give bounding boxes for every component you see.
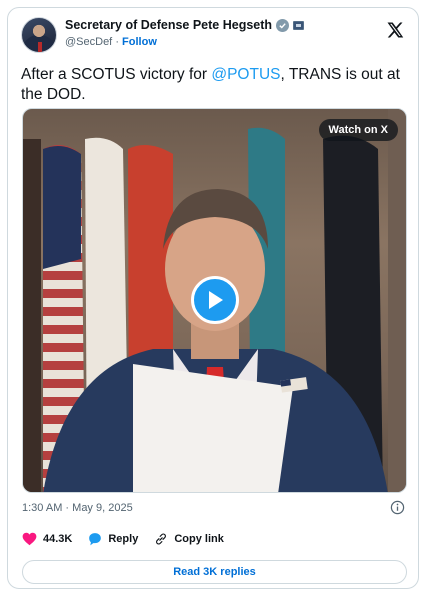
tweet-date: May 9, 2025: [72, 502, 133, 514]
mention-link[interactable]: @POTUS: [211, 66, 280, 83]
reply-label: Reply: [108, 533, 139, 545]
action-bar: 44.3K Reply Copy link: [22, 530, 224, 548]
tweet-card: Secretary of Defense Pete Hegseth @SecDe…: [7, 7, 419, 589]
info-icon[interactable]: [390, 500, 405, 515]
tweet-text-start: After a SCOTUS victory for: [21, 66, 212, 83]
reply-button[interactable]: Reply: [88, 532, 138, 546]
timestamp-separator: ·: [65, 502, 70, 514]
x-logo-icon[interactable]: [386, 21, 404, 39]
handle-separator: ·: [115, 36, 119, 48]
handle[interactable]: @SecDef: [65, 36, 112, 48]
tweet-timestamp[interactable]: 1:30 AM · May 9, 2025: [22, 502, 133, 514]
avatar[interactable]: [21, 17, 57, 53]
read-replies-button[interactable]: Read 3K replies: [22, 560, 407, 584]
watch-on-x-button[interactable]: Watch on X: [318, 119, 398, 141]
copy-link-label: Copy link: [174, 533, 224, 545]
handle-row: @SecDef · Follow: [65, 36, 157, 48]
tweet-text: After a SCOTUS victory for @POTUS, TRANS…: [21, 65, 413, 105]
follow-link[interactable]: Follow: [122, 36, 157, 48]
name-row: Secretary of Defense Pete Hegseth: [65, 18, 305, 32]
verified-badge-icon: [276, 18, 290, 32]
play-button[interactable]: [191, 276, 239, 324]
video-player[interactable]: Watch on X: [22, 108, 407, 493]
display-name[interactable]: Secretary of Defense Pete Hegseth: [65, 18, 272, 32]
tweet-header: Secretary of Defense Pete Hegseth @SecDe…: [21, 17, 408, 57]
like-count: 44.3K: [43, 533, 73, 545]
heart-icon: [22, 532, 37, 546]
government-flag-icon: [293, 20, 305, 30]
like-button[interactable]: 44.3K: [22, 532, 72, 546]
reply-bubble-icon: [89, 533, 102, 546]
link-icon: [156, 533, 167, 545]
tweet-time: 1:30 AM: [22, 502, 63, 514]
copy-link-button[interactable]: Copy link: [154, 532, 224, 546]
play-icon: [209, 291, 223, 309]
